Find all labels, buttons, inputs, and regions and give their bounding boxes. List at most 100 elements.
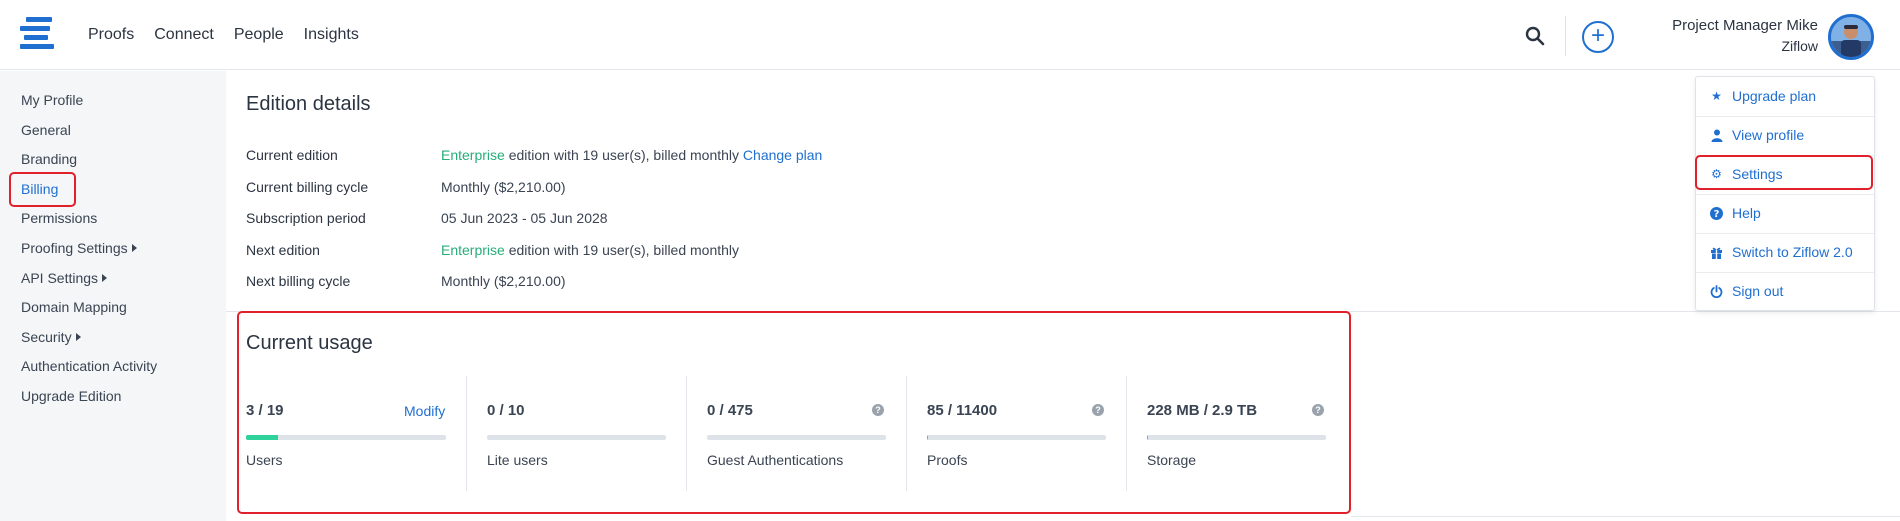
sidebar-item-label: API Settings [21, 270, 99, 286]
star-icon: ★ [1711, 89, 1722, 103]
usage-label: Guest Authentications [707, 452, 844, 468]
avatar[interactable] [1828, 14, 1874, 60]
menu-item-upgrade-plan[interactable]: ★ Upgrade plan [1696, 77, 1874, 116]
menu-item-label: Sign out [1732, 283, 1784, 299]
usage-users: 3 / 19 Modify Users [246, 376, 446, 491]
next-edition-label: Next edition [246, 242, 320, 258]
change-plan-link[interactable]: Change plan [743, 147, 822, 163]
next-billing-cycle-label: Next billing cycle [246, 273, 351, 289]
sidebar-item-permissions[interactable]: Permissions [21, 210, 97, 226]
edition-text: edition with 19 user(s), billed monthly [504, 242, 740, 258]
gift-icon [1710, 246, 1723, 259]
sidebar-item-billing[interactable]: Billing [21, 181, 58, 197]
gear-icon: ⚙ [1711, 167, 1722, 181]
next-billing-cycle-value: Monthly ($2,210.00) [441, 273, 566, 289]
toolbar-divider [1565, 16, 1566, 56]
menu-item-switch-ziflow[interactable]: Switch to Ziflow 2.0 [1696, 233, 1874, 272]
sidebar-item-api-settings[interactable]: API Settings [21, 270, 108, 286]
question-circle-icon[interactable]: ? [872, 404, 884, 416]
usage-progress-bar [707, 435, 886, 440]
usage-value: 0 / 475 [707, 402, 753, 419]
user-org: Ziflow [1781, 38, 1818, 54]
menu-item-sign-out[interactable]: Sign out [1696, 272, 1874, 311]
main-nav: Proofs Connect People Insights [88, 26, 359, 44]
usage-value: 3 / 19 [246, 402, 284, 419]
sidebar-item-branding[interactable]: Branding [21, 151, 77, 167]
subscription-period-label: Subscription period [246, 210, 366, 226]
current-edition-label: Current edition [246, 147, 338, 163]
search-icon[interactable] [1525, 26, 1545, 46]
menu-item-label: Settings [1732, 166, 1783, 182]
menu-item-view-profile[interactable]: View profile [1696, 116, 1874, 155]
section-divider [1351, 516, 1900, 517]
settings-sidebar: My Profile General Branding Billing Perm… [0, 71, 226, 521]
sidebar-item-label: Security [21, 329, 72, 345]
svg-text:?: ? [1714, 209, 1720, 220]
usage-label: Storage [1147, 452, 1197, 468]
power-icon [1710, 285, 1723, 299]
edition-text: edition with 19 user(s), billed monthly [504, 147, 743, 163]
usage-proofs: 85 / 11400 ? Proofs [927, 376, 1106, 491]
usage-divider [1126, 376, 1127, 491]
sidebar-item-my-profile[interactable]: My Profile [21, 92, 83, 108]
usage-progress-bar [1147, 435, 1326, 440]
sidebar-item-security[interactable]: Security [21, 329, 81, 345]
usage-label: Users [246, 452, 283, 468]
sidebar-item-general[interactable]: General [21, 122, 71, 138]
usage-value: 85 / 11400 [927, 402, 998, 419]
usage-storage: 228 MB / 2.9 TB ? Storage [1147, 376, 1326, 491]
usage-progress-bar [246, 435, 446, 440]
usage-divider [686, 376, 687, 491]
nav-insights[interactable]: Insights [304, 26, 359, 44]
usage-divider [906, 376, 907, 491]
sidebar-item-authentication-activity[interactable]: Authentication Activity [21, 358, 157, 374]
menu-item-label: Help [1732, 205, 1761, 221]
user-dropdown-menu: ★ Upgrade plan View profile ⚙ Settings ?… [1695, 76, 1875, 311]
usage-divider [466, 376, 467, 491]
current-edition-value: Enterprise edition with 19 user(s), bill… [441, 147, 822, 163]
usage-progress-bar [927, 435, 1106, 440]
nav-proofs[interactable]: Proofs [88, 26, 134, 44]
menu-item-help[interactable]: ? Help [1696, 194, 1874, 233]
menu-item-settings[interactable]: ⚙ Settings [1696, 155, 1874, 194]
usage-progress-fill [927, 435, 929, 440]
ziflow-logo[interactable] [20, 17, 54, 53]
billing-cycle-label: Current billing cycle [246, 179, 369, 195]
next-edition-value: Enterprise edition with 19 user(s), bill… [441, 242, 739, 258]
nav-connect[interactable]: Connect [154, 26, 214, 44]
caret-right-icon [131, 244, 137, 252]
section-divider [226, 311, 1900, 312]
edition-name: Enterprise [441, 147, 505, 163]
caret-right-icon [75, 333, 81, 341]
user-name[interactable]: Project Manager Mike [1672, 17, 1818, 34]
usage-label: Lite users [487, 452, 548, 468]
usage-progress-fill [1147, 435, 1148, 440]
usage-guest-authentications: 0 / 475 ? Guest Authentications [707, 376, 886, 491]
sidebar-item-domain-mapping[interactable]: Domain Mapping [21, 299, 127, 315]
usage-label: Proofs [927, 452, 968, 468]
question-circle-icon[interactable]: ? [1312, 404, 1324, 416]
caret-right-icon [102, 274, 108, 282]
subscription-period-value: 05 Jun 2023 - 05 Jun 2028 [441, 210, 608, 226]
sidebar-item-proofing-settings[interactable]: Proofing Settings [21, 240, 137, 256]
usage-lite-users: 0 / 10 Lite users [487, 376, 666, 491]
usage-value: 228 MB / 2.9 TB [1147, 402, 1258, 419]
modify-users-link[interactable]: Modify [404, 403, 445, 419]
menu-item-label: Switch to Ziflow 2.0 [1732, 244, 1853, 260]
edition-name: Enterprise [441, 242, 505, 258]
usage-progress-fill [246, 435, 278, 440]
plus-circle-icon[interactable]: + [1582, 21, 1614, 53]
menu-item-label: View profile [1732, 127, 1805, 143]
current-usage-title: Current usage [246, 332, 373, 354]
sidebar-item-upgrade-edition[interactable]: Upgrade Edition [21, 388, 121, 404]
question-circle-icon: ? [1710, 207, 1723, 220]
sidebar-item-label: Proofing Settings [21, 240, 128, 256]
menu-item-label: Upgrade plan [1732, 88, 1817, 104]
question-circle-icon[interactable]: ? [1092, 404, 1104, 416]
edition-details-title: Edition details [246, 93, 371, 115]
nav-people[interactable]: People [234, 26, 284, 44]
user-icon [1710, 129, 1723, 142]
usage-progress-bar [487, 435, 666, 440]
usage-value: 0 / 10 [487, 402, 525, 419]
top-navbar: Proofs Connect People Insights + Project… [0, 0, 1900, 70]
